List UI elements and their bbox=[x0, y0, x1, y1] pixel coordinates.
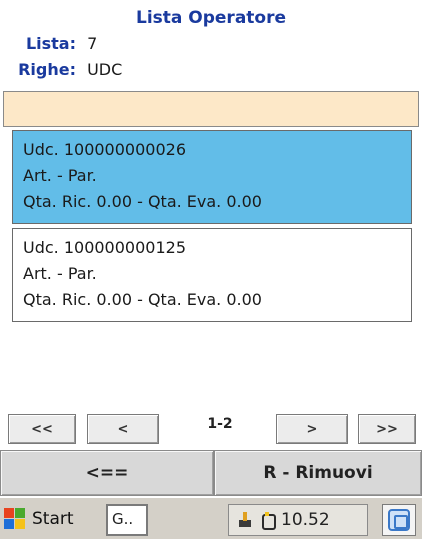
pager: << < 1-2 > >> bbox=[0, 410, 422, 446]
keyboard-icon bbox=[388, 509, 410, 531]
last-page-button[interactable]: >> bbox=[358, 414, 416, 444]
lista-label: Lista: bbox=[25, 34, 76, 53]
udc-text: Udc. 100000000125 bbox=[23, 238, 186, 257]
udc-list: Udc. 100000000026 Art. - Par. Qta. Ric. … bbox=[12, 130, 412, 326]
righe-row: Righe: UDC bbox=[0, 60, 122, 79]
righe-value: UDC bbox=[87, 60, 123, 79]
power-icon[interactable] bbox=[259, 512, 276, 530]
scan-input[interactable] bbox=[3, 91, 419, 127]
prev-page-button[interactable]: < bbox=[87, 414, 159, 444]
list-item[interactable]: Udc. 100000000125 Art. - Par. Qta. Ric. … bbox=[12, 228, 412, 322]
start-label: Start bbox=[32, 509, 74, 529]
taskbar: Start G.. 10.52 bbox=[0, 496, 422, 539]
network-icon[interactable] bbox=[237, 512, 253, 528]
clock[interactable]: 10.52 bbox=[281, 510, 330, 530]
list-item[interactable]: Udc. 100000000026 Art. - Par. Qta. Ric. … bbox=[12, 130, 412, 224]
system-tray: 10.52 bbox=[228, 504, 368, 536]
qta-text: Qta. Ric. 0.00 - Qta. Eva. 0.00 bbox=[23, 192, 262, 211]
lista-value: 7 bbox=[87, 34, 98, 53]
qta-text: Qta. Ric. 0.00 - Qta. Eva. 0.00 bbox=[23, 290, 262, 309]
header: Lista Operatore Lista: 7 Righe: UDC bbox=[0, 0, 422, 90]
art-text: Art. - Par. bbox=[23, 264, 97, 283]
action-bar: <== R - Rimuovi bbox=[0, 450, 422, 496]
remove-button[interactable]: R - Rimuovi bbox=[214, 450, 422, 496]
art-text: Art. - Par. bbox=[23, 166, 97, 185]
righe-label: Righe: bbox=[18, 60, 76, 79]
next-page-button[interactable]: > bbox=[276, 414, 348, 444]
taskbar-app-item[interactable]: G.. bbox=[106, 504, 148, 536]
first-page-button[interactable]: << bbox=[8, 414, 76, 444]
page-title: Lista Operatore bbox=[135, 8, 287, 28]
udc-text: Udc. 100000000026 bbox=[23, 140, 186, 159]
windows-logo-icon bbox=[4, 508, 26, 530]
lista-row: Lista: 7 bbox=[0, 34, 97, 53]
back-button[interactable]: <== bbox=[0, 450, 214, 496]
remove-button-label: R - Rimuovi bbox=[263, 463, 373, 483]
keyboard-button[interactable] bbox=[382, 504, 416, 536]
page-indicator: 1-2 bbox=[207, 416, 233, 432]
start-button[interactable]: Start bbox=[4, 504, 96, 534]
